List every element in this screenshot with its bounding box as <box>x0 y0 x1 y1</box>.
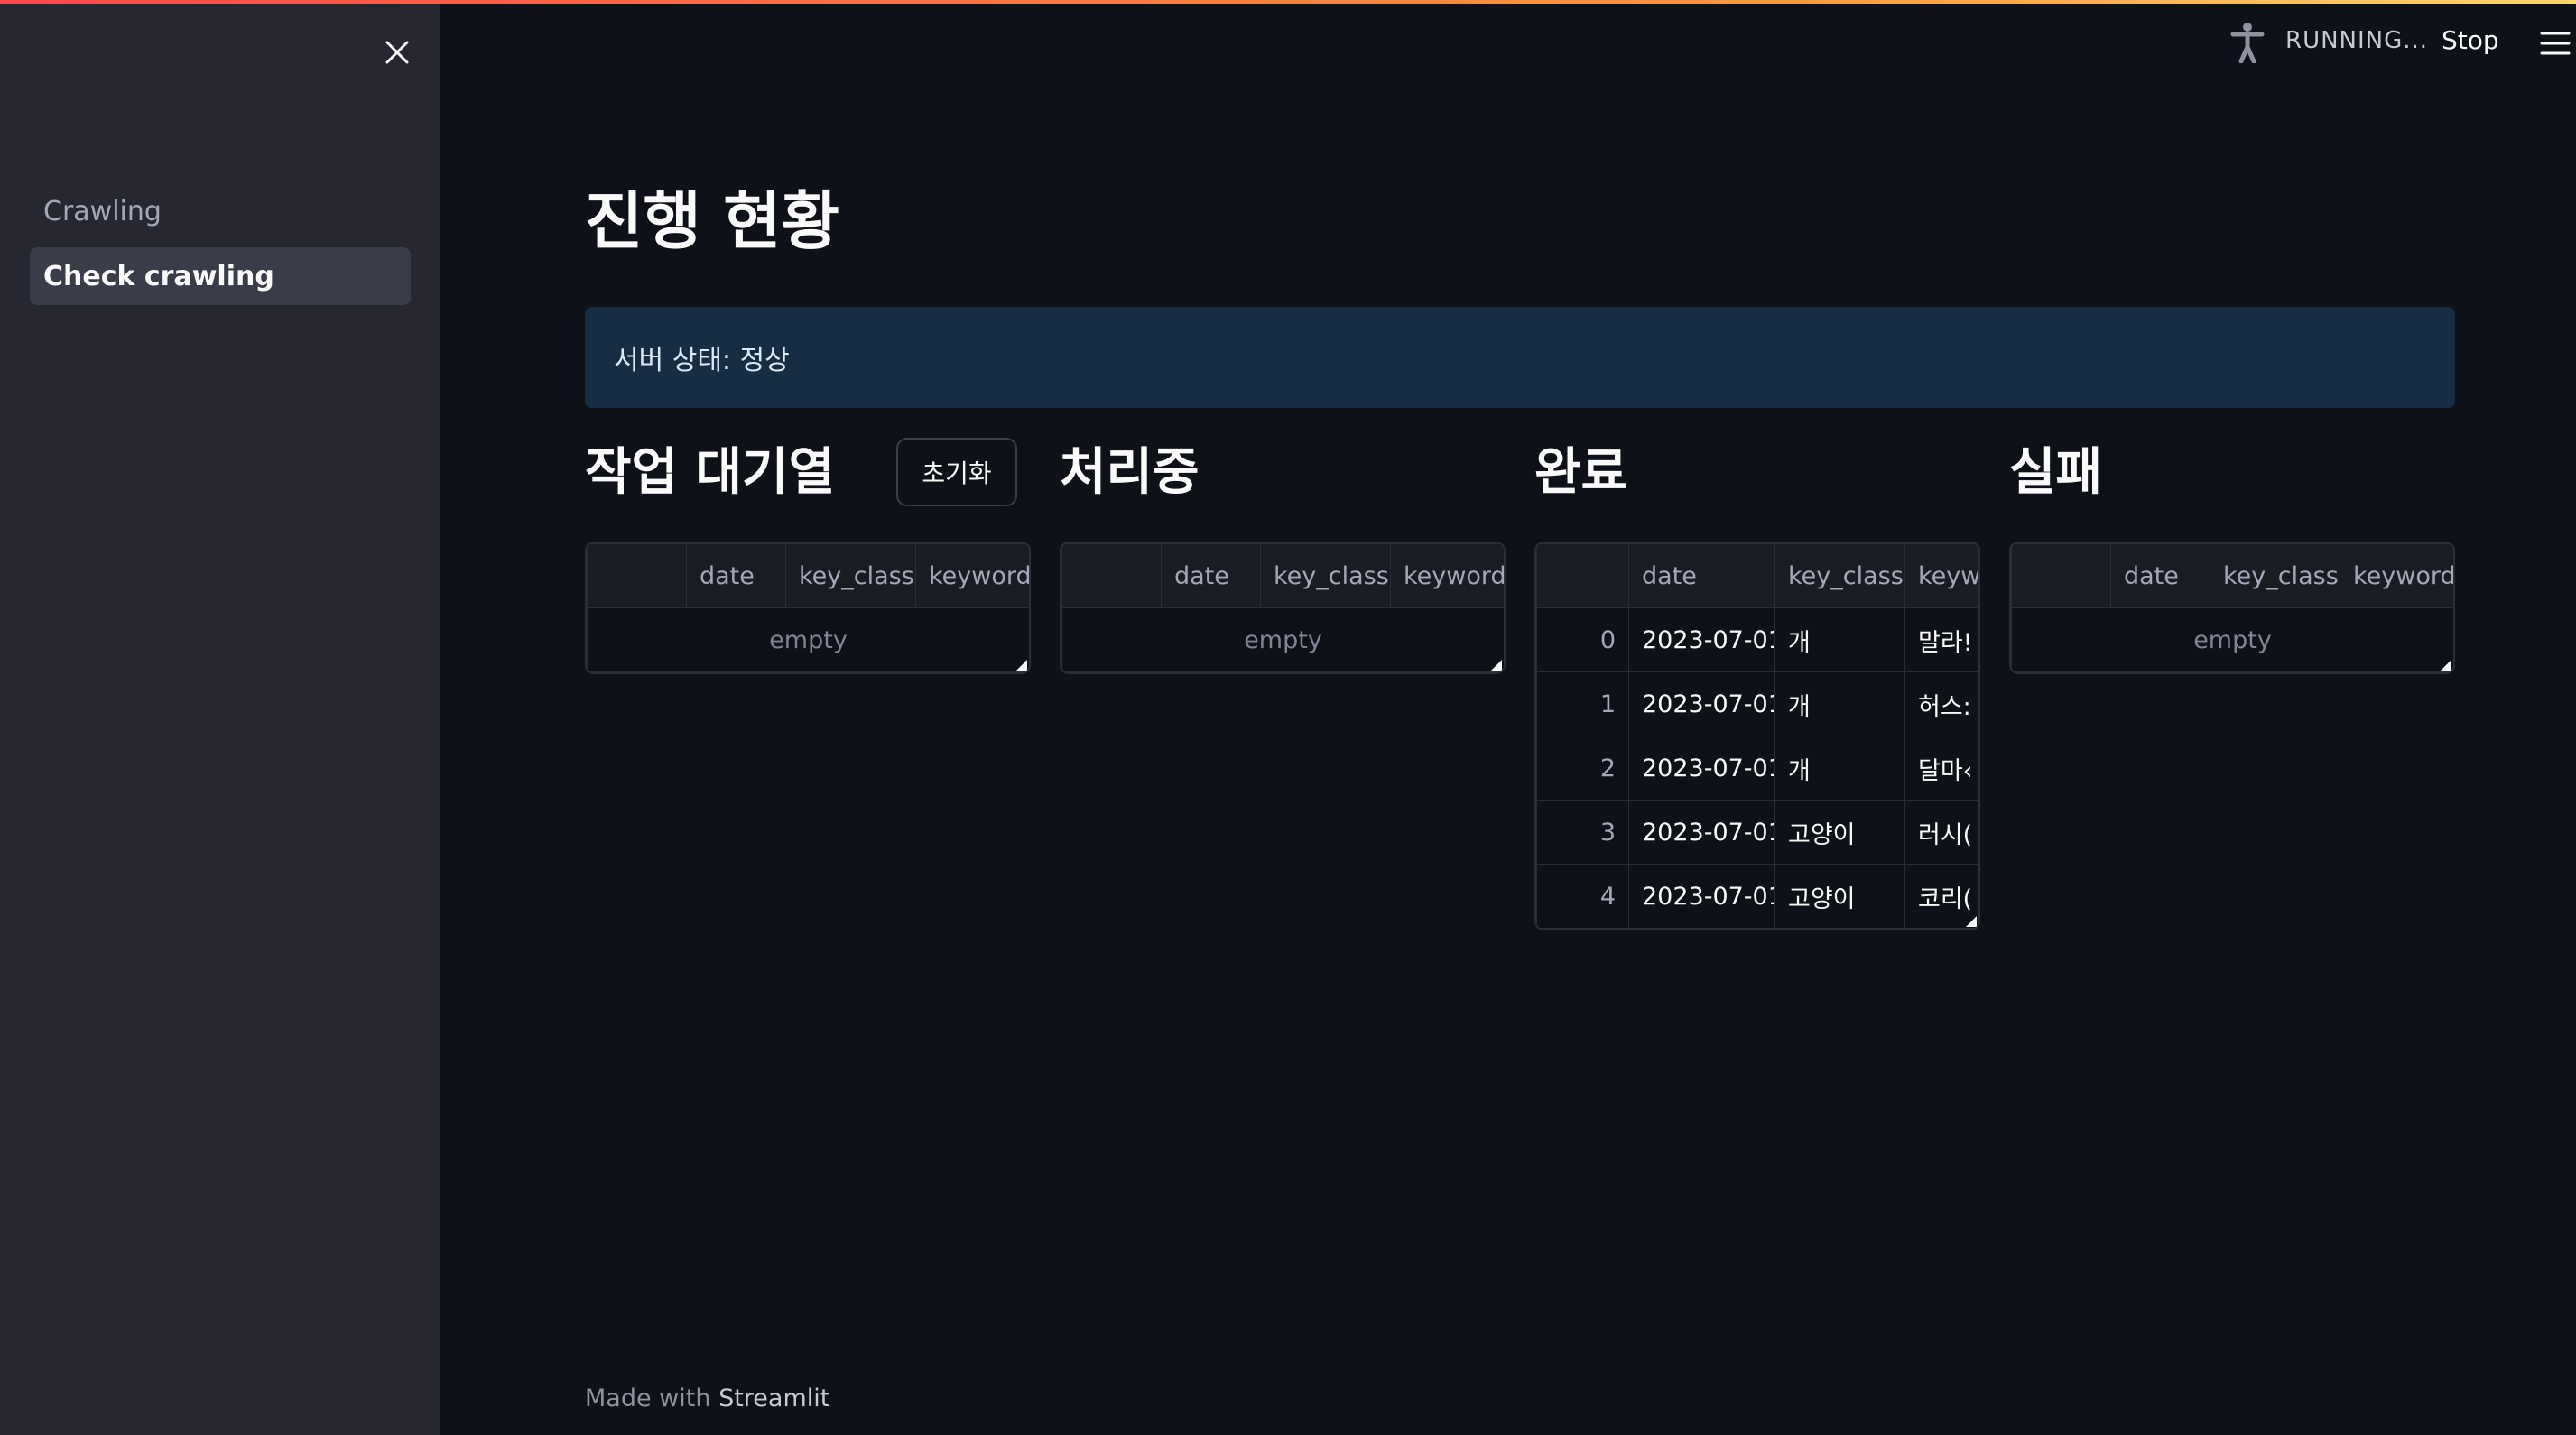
server-status-alert: 서버 상태: 정상 <box>585 307 2455 408</box>
footer-made-with: Made with <box>585 1384 711 1412</box>
page-title: 진행 현황 <box>585 184 839 258</box>
streamlit-link[interactable]: Streamlit <box>718 1384 829 1412</box>
footer: Made with Streamlit <box>585 1384 829 1412</box>
resize-handle[interactable] <box>1491 660 1502 671</box>
keyword-header[interactable]: keyword <box>915 543 1029 608</box>
key-class-cell[interactable]: 고양이 <box>1774 800 1905 865</box>
close-sidebar-button[interactable] <box>375 31 419 74</box>
date-header[interactable]: date <box>1628 543 1775 608</box>
processing-dataframe[interactable]: date key_class keyword empty <box>1060 542 1506 674</box>
key-class-header[interactable]: key_class <box>2210 543 2340 608</box>
sidebar-item-label: Crawling <box>43 195 162 227</box>
resize-handle[interactable] <box>1966 916 1977 927</box>
date-cell[interactable]: 2023-07-01 <box>1628 736 1775 801</box>
table-row: 1 2023-07-01 개 허스: <box>1536 671 1978 736</box>
key-class-cell[interactable]: 개 <box>1774 671 1905 736</box>
key-class-header[interactable]: key_class <box>785 543 916 608</box>
table-row: 0 2023-07-01 개 말라! <box>1536 607 1978 672</box>
main-menu-icon[interactable] <box>2540 31 2571 56</box>
table-row: 2 2023-07-01 개 달마‹ <box>1536 736 1978 801</box>
table-row: 4 2023-07-01 고양이 코리( <box>1536 864 1978 929</box>
keyword-header[interactable]: keyw <box>1904 543 1978 608</box>
key-class-cell[interactable]: 개 <box>1774 736 1905 801</box>
key-class-cell[interactable]: 개 <box>1774 607 1905 672</box>
done-dataframe[interactable]: date key_class keyw 0 2023-07-01 개 말라! 1… <box>1534 542 1980 930</box>
queue-dataframe[interactable]: date key_class keyword empty <box>585 542 1031 674</box>
resize-handle[interactable] <box>1016 660 1027 671</box>
date-cell[interactable]: 2023-07-01 <box>1628 607 1775 672</box>
empty-cell: empty <box>587 607 1029 672</box>
failed-dataframe[interactable]: date key_class keyword empty <box>2009 542 2455 674</box>
sidebar-item-label: Check crawling <box>43 260 274 292</box>
keyword-cell[interactable]: 달마‹ <box>1904 736 1978 801</box>
keyword-header[interactable]: keyword <box>1390 543 1504 608</box>
failed-heading: 실패 <box>2009 443 2103 502</box>
index-header <box>1061 543 1162 608</box>
keyword-cell[interactable]: 러시( <box>1904 800 1978 865</box>
reset-button-label: 초기화 <box>922 458 992 488</box>
empty-cell: empty <box>1061 607 1504 672</box>
queue-heading: 작업 대기열 <box>585 443 836 502</box>
date-cell[interactable]: 2023-07-01 <box>1628 864 1775 929</box>
keyword-cell[interactable]: 허스: <box>1904 671 1978 736</box>
index-header <box>587 543 687 608</box>
running-status: RUNNING... <box>2285 27 2429 54</box>
index-header <box>1536 543 1629 608</box>
date-header[interactable]: date <box>1161 543 1261 608</box>
key-class-header[interactable]: key_class <box>1774 543 1905 608</box>
close-icon <box>385 41 409 64</box>
row-index: 4 <box>1536 864 1629 929</box>
date-header[interactable]: date <box>2110 543 2210 608</box>
running-person-icon <box>2230 23 2265 63</box>
row-index: 1 <box>1536 671 1629 736</box>
key-class-header[interactable]: key_class <box>1260 543 1391 608</box>
keyword-header[interactable]: keyword <box>2340 543 2453 608</box>
date-cell[interactable]: 2023-07-01 <box>1628 671 1775 736</box>
keyword-cell[interactable]: 말라! <box>1904 607 1978 672</box>
done-heading: 완료 <box>1534 443 1628 502</box>
reset-button[interactable]: 초기화 <box>896 438 1017 506</box>
date-header[interactable]: date <box>686 543 786 608</box>
empty-cell: empty <box>2011 607 2453 672</box>
sidebar-item-check-crawling[interactable]: Check crawling <box>30 247 411 305</box>
sidebar-item-crawling[interactable]: Crawling <box>30 182 411 240</box>
row-index: 2 <box>1536 736 1629 801</box>
index-header <box>2011 543 2111 608</box>
stop-button[interactable]: Stop <box>2442 25 2499 55</box>
resize-handle[interactable] <box>2441 660 2451 671</box>
server-status-text: 서버 상태: 정상 <box>614 345 790 376</box>
key-class-cell[interactable]: 고양이 <box>1774 864 1905 929</box>
sidebar: Crawling Check crawling <box>0 4 440 1435</box>
row-index: 0 <box>1536 607 1629 672</box>
table-row: 3 2023-07-01 고양이 러시( <box>1536 800 1978 865</box>
processing-heading: 처리중 <box>1060 443 1200 502</box>
row-index: 3 <box>1536 800 1629 865</box>
date-cell[interactable]: 2023-07-01 <box>1628 800 1775 865</box>
